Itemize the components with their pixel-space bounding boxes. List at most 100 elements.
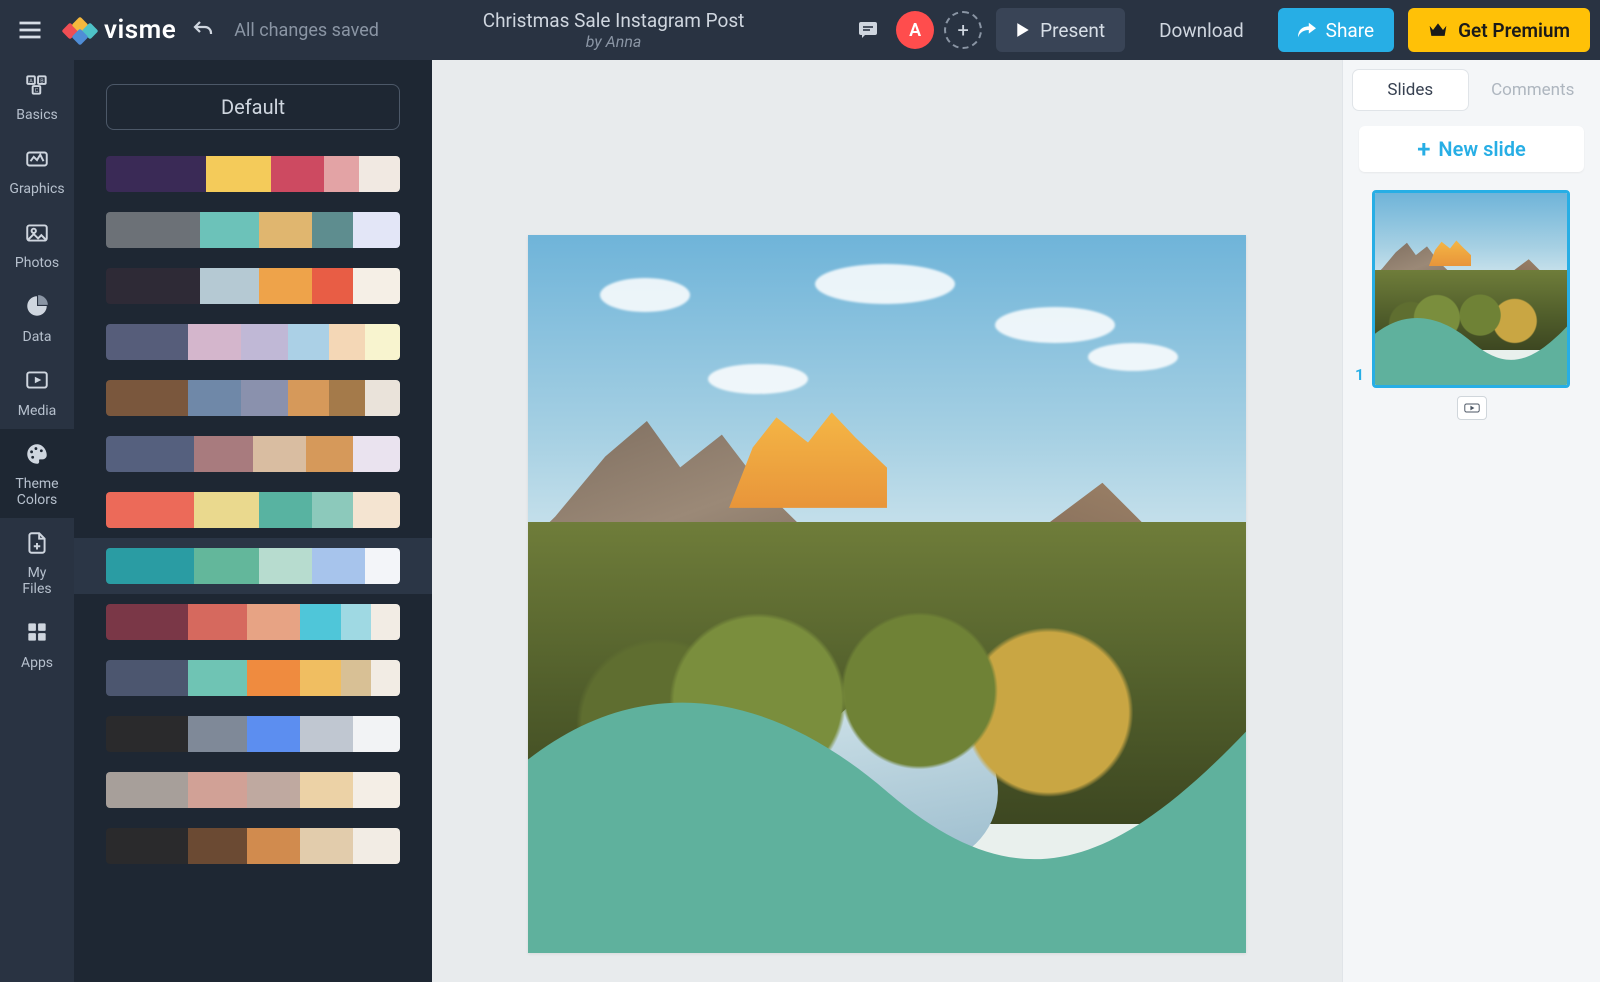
swatch — [106, 324, 188, 360]
swatch — [371, 660, 400, 696]
swatch — [188, 828, 247, 864]
menu-button[interactable] — [0, 0, 60, 60]
swatch — [206, 156, 271, 192]
palette-9[interactable] — [106, 660, 400, 696]
plus-icon: + — [957, 18, 968, 42]
slide-canvas[interactable] — [528, 235, 1246, 953]
palette-4[interactable] — [106, 380, 400, 416]
palette-0[interactable] — [106, 156, 400, 192]
palette-2[interactable] — [106, 268, 400, 304]
swatch — [365, 548, 400, 584]
swatch — [365, 380, 400, 416]
swatch — [106, 716, 188, 752]
swatch — [353, 492, 400, 528]
premium-label: Get Premium — [1458, 19, 1570, 42]
files-icon — [24, 530, 50, 560]
swatch — [359, 156, 400, 192]
tab-comments[interactable]: Comments — [1476, 70, 1591, 110]
palette-3[interactable] — [106, 324, 400, 360]
swatch — [341, 604, 370, 640]
present-label: Present — [1040, 19, 1105, 42]
rail-item-data[interactable]: Data — [0, 281, 74, 355]
slide-thumbnail-1[interactable] — [1372, 190, 1570, 388]
palette-7[interactable] — [106, 548, 400, 584]
new-slide-label: New slide — [1438, 137, 1525, 161]
swatch — [241, 324, 288, 360]
swatch — [353, 268, 400, 304]
download-button[interactable]: Download — [1139, 8, 1264, 52]
slide-number: 1 — [1355, 365, 1364, 384]
rail-item-photos[interactable]: Photos — [0, 208, 74, 282]
swatch — [259, 548, 312, 584]
palette-6[interactable] — [106, 492, 400, 528]
swatch — [188, 604, 247, 640]
swatch — [341, 660, 370, 696]
arrow-right-icon — [1464, 402, 1480, 414]
swatch — [259, 212, 312, 248]
present-button[interactable]: Present — [996, 8, 1125, 52]
canvas-area[interactable] — [432, 60, 1342, 982]
palette-11[interactable] — [106, 772, 400, 808]
user-avatar[interactable]: A — [896, 11, 934, 49]
rail-item-palette[interactable]: ThemeColors — [0, 429, 74, 518]
rail-label: Media — [18, 404, 57, 419]
swatch — [194, 492, 259, 528]
top-bar: visme All changes saved Christmas Sale I… — [0, 0, 1600, 60]
swatch — [188, 324, 241, 360]
swatch — [106, 772, 188, 808]
palette-8[interactable] — [106, 604, 400, 640]
logo[interactable]: visme — [64, 15, 176, 45]
swatch — [300, 604, 341, 640]
rail-item-media[interactable]: Media — [0, 355, 74, 429]
slide-transition-button[interactable] — [1457, 396, 1487, 420]
swatch — [288, 324, 329, 360]
get-premium-button[interactable]: Get Premium — [1408, 8, 1590, 52]
right-tabs: Slides Comments — [1343, 60, 1600, 120]
add-collaborator-button[interactable]: + — [944, 11, 982, 49]
canvas-wave-shape[interactable] — [528, 594, 1246, 953]
rail-item-files[interactable]: MyFiles — [0, 518, 74, 607]
swatch — [329, 324, 364, 360]
tab-slides[interactable]: Slides — [1353, 70, 1468, 110]
undo-icon — [191, 18, 215, 42]
rail-label: Data — [23, 330, 52, 345]
swatch — [247, 660, 300, 696]
swatch — [247, 772, 300, 808]
project-title[interactable]: Christmas Sale Instagram Post — [379, 9, 848, 32]
rail-item-apps[interactable]: Apps — [0, 607, 74, 681]
swatch — [106, 492, 194, 528]
new-slide-button[interactable]: + New slide — [1359, 126, 1584, 172]
apps-icon — [24, 619, 50, 649]
rail-item-graphics[interactable]: Graphics — [0, 134, 74, 208]
swatch — [106, 380, 188, 416]
swatch — [188, 772, 247, 808]
media-icon — [24, 367, 50, 397]
swatch — [106, 268, 200, 304]
palette-12[interactable] — [106, 828, 400, 864]
palette-1[interactable] — [106, 212, 400, 248]
rail-label: Basics — [16, 108, 58, 123]
comment-icon — [856, 18, 880, 42]
swatch — [312, 492, 353, 528]
swatch — [312, 548, 365, 584]
swatch — [300, 660, 341, 696]
swatch — [300, 772, 353, 808]
rail-label: ThemeColors — [15, 477, 58, 508]
swatch — [353, 828, 400, 864]
swatch — [188, 660, 247, 696]
swatch — [271, 156, 324, 192]
play-icon — [1016, 22, 1030, 38]
palette-5[interactable] — [106, 436, 400, 472]
default-palette-button[interactable]: Default — [106, 84, 400, 130]
undo-button[interactable] — [186, 13, 220, 47]
rail-item-basics[interactable]: ABCBasics — [0, 60, 74, 134]
comments-toggle[interactable] — [848, 10, 888, 50]
swatch — [371, 604, 400, 640]
share-icon — [1298, 22, 1316, 38]
palette-10[interactable] — [106, 716, 400, 752]
swatch — [106, 660, 188, 696]
swatch — [106, 604, 188, 640]
swatch — [106, 828, 188, 864]
share-button[interactable]: Share — [1278, 8, 1394, 52]
swatch — [106, 436, 194, 472]
